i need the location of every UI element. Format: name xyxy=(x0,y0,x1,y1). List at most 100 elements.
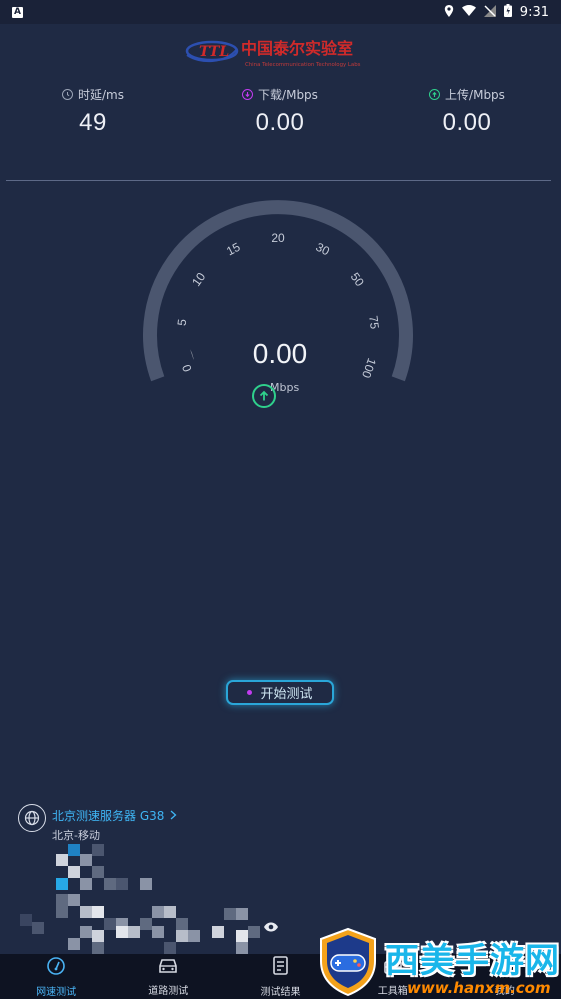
no-sim-icon xyxy=(483,4,496,20)
redacted-pixel xyxy=(92,866,104,878)
redacted-pixel xyxy=(164,942,176,954)
clock-icon xyxy=(62,89,73,100)
redacted-pixel xyxy=(56,878,68,890)
nav-label-speed-test: 网速测试 xyxy=(36,986,77,998)
download-metric: 下载/Mbps 0.00 xyxy=(200,86,360,137)
gauge-tick-label: 20 xyxy=(271,231,285,245)
battery-icon xyxy=(503,4,512,20)
gauge-needle xyxy=(190,349,194,360)
redacted-pixel xyxy=(68,938,80,950)
clock-time: 9:31 xyxy=(519,4,549,20)
redacted-pixel xyxy=(176,918,188,930)
wifi-icon xyxy=(461,5,476,19)
nav-item-toolbox[interactable]: 工具箱 xyxy=(337,954,449,999)
gauge-value: 0.00 xyxy=(252,338,308,369)
redacted-pixel xyxy=(20,914,32,926)
ttl-logo: TTL 中国泰尔实验室 China Telecommunication Tech… xyxy=(185,36,380,70)
redacted-pixel xyxy=(164,906,176,918)
redacted-pixel xyxy=(116,878,128,890)
car-icon xyxy=(157,957,179,979)
redacted-pixel xyxy=(212,926,224,938)
report-icon xyxy=(272,955,290,980)
redacted-pixel xyxy=(140,878,152,890)
gauge-tick-label: 75 xyxy=(366,315,382,330)
redacted-pixel xyxy=(236,930,248,942)
redacted-pixel xyxy=(152,926,164,938)
server-name[interactable]: 北京测速服务器 G38 xyxy=(52,807,164,824)
logo-title: 中国泰尔实验室 xyxy=(241,39,353,58)
gauge-tick-label: 15 xyxy=(224,240,243,259)
logo-mark: TTL xyxy=(199,44,229,60)
redacted-pixel xyxy=(32,922,44,934)
redacted-pixel xyxy=(236,908,248,920)
redacted-pixel xyxy=(248,926,260,938)
redacted-pixel xyxy=(188,930,200,942)
upload-icon xyxy=(429,89,441,100)
upload-metric: 上传/Mbps 0.00 xyxy=(387,86,547,137)
location-icon xyxy=(444,4,454,20)
download-icon xyxy=(242,89,254,100)
profile-icon xyxy=(496,957,514,979)
toolbox-icon xyxy=(383,957,403,979)
redacted-network-info xyxy=(0,838,280,958)
speed-icon xyxy=(46,956,66,980)
redacted-pixel xyxy=(80,926,92,938)
start-test-label: 开始测试 xyxy=(260,687,313,702)
latency-label: 时延/ms xyxy=(78,88,124,102)
gauge-tick-label: 50 xyxy=(348,270,367,289)
metrics-panel: 时延/ms 49 下载/Mbps 0.00 上传/Mbps 0.00 xyxy=(0,86,561,146)
redacted-pixel xyxy=(80,878,92,890)
redacted-pixel xyxy=(68,866,80,878)
start-dot-icon xyxy=(247,690,253,695)
nav-label-results: 测试结果 xyxy=(260,986,301,998)
redacted-pixel xyxy=(116,926,128,938)
redacted-pixel xyxy=(68,844,80,856)
latency-metric: 时延/ms 49 xyxy=(13,86,173,137)
redacted-pixel xyxy=(56,854,68,866)
redacted-pixel xyxy=(128,926,140,938)
globe-icon xyxy=(18,804,46,832)
chevron-right-icon xyxy=(170,809,177,823)
upload-value: 0.00 xyxy=(442,109,492,136)
redacted-pixel xyxy=(104,918,116,930)
nav-label-profile: 我的 xyxy=(494,985,515,997)
gauge-tick-label: 100 xyxy=(359,356,379,380)
redacted-pixel xyxy=(92,906,104,918)
redacted-pixel xyxy=(236,942,248,954)
gauge-tick-label: 10 xyxy=(189,270,208,289)
redacted-pixel xyxy=(224,908,236,920)
redacted-pixel xyxy=(80,854,92,866)
nav-item-results[interactable]: 测试结果 xyxy=(224,954,336,999)
redacted-pixel xyxy=(56,906,68,918)
redacted-pixel xyxy=(92,930,104,942)
redacted-pixel xyxy=(80,906,92,918)
nav-label-road-test: 道路测试 xyxy=(148,985,189,997)
download-value: 0.00 xyxy=(255,109,305,136)
nav-label-toolbox: 工具箱 xyxy=(377,985,408,997)
divider xyxy=(6,180,551,181)
gauge-tick-label: 30 xyxy=(314,240,333,259)
start-test-button[interactable]: 开始测试 xyxy=(226,680,334,705)
upload-label: 上传/Mbps xyxy=(445,88,505,102)
redacted-pixel xyxy=(92,844,104,856)
upload-phase-icon xyxy=(252,384,276,408)
latency-value: 49 xyxy=(79,109,107,136)
redacted-pixel xyxy=(140,918,152,930)
redacted-pixel xyxy=(92,942,104,954)
bottom-nav: 网速测试 道路测试 测试结果 工具箱 我的 xyxy=(0,954,561,999)
app-notification-icon: A xyxy=(12,6,23,18)
redacted-pixel xyxy=(104,878,116,890)
redacted-pixel xyxy=(176,930,188,942)
gauge-tick-label: 5 xyxy=(175,318,190,327)
logo-subtitle: China Telecommunication Technology Labs xyxy=(245,62,361,68)
redacted-pixel xyxy=(152,906,164,918)
download-label: 下载/Mbps xyxy=(258,88,318,102)
eye-icon[interactable] xyxy=(262,919,280,935)
redacted-pixel xyxy=(56,894,68,906)
nav-item-speed-test[interactable]: 网速测试 xyxy=(0,954,112,999)
status-bar: A 9:31 xyxy=(0,0,561,24)
nav-item-road-test[interactable]: 道路测试 xyxy=(112,954,224,999)
nav-item-profile[interactable]: 我的 xyxy=(449,954,561,999)
gauge-tick-label: 0 xyxy=(179,362,195,373)
redacted-pixel xyxy=(68,894,80,906)
